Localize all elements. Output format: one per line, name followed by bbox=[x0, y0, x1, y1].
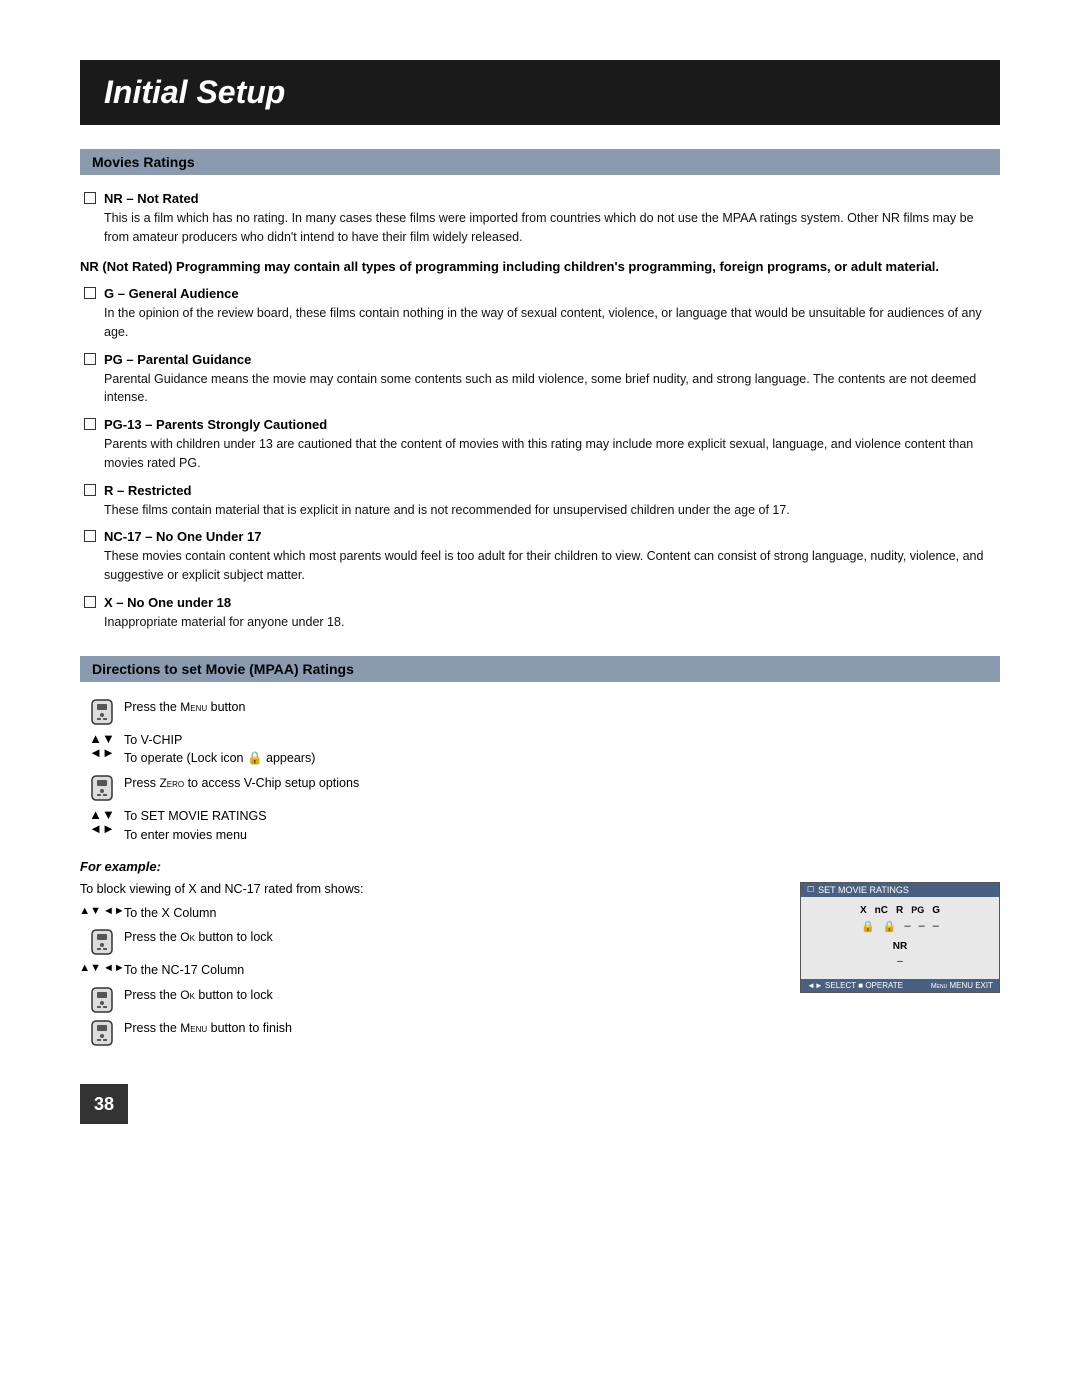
example-instructions: To block viewing of X and NC-17 rated fr… bbox=[80, 882, 780, 1053]
screen-bottom-right: Menu MENU EXIT bbox=[931, 981, 993, 990]
directions-section: Directions to set Movie (MPAA) Ratings P… bbox=[80, 656, 1000, 1053]
page-title: Initial Setup bbox=[80, 60, 1000, 125]
rating-nr-title: NR – Not Rated bbox=[104, 191, 199, 206]
screen-lock-x: 🔒 bbox=[861, 920, 875, 933]
example-step-5: Press the Menu button to finish bbox=[80, 1019, 780, 1046]
movies-ratings-header: Movies Ratings bbox=[80, 149, 1000, 175]
screen-rating-x: X bbox=[860, 905, 867, 916]
rating-nr: NR – Not Rated This is a film which has … bbox=[80, 191, 1000, 247]
rating-nc17-desc: These movies contain content which most … bbox=[104, 547, 1000, 585]
screen-content: X nC R PG G 🔒 🔒 – – – NR – bbox=[801, 897, 999, 979]
screen-rating-g: G bbox=[932, 905, 940, 916]
screen-title: SET MOVIE RATINGS bbox=[818, 885, 909, 895]
screen-dash-pg: – bbox=[919, 920, 925, 933]
rating-pg: PG – Parental Guidance Parental Guidance… bbox=[80, 352, 1000, 408]
step-3-text: Press Zero to access V-Chip setup option… bbox=[124, 774, 1000, 793]
screen-mockup: ☐ SET MOVIE RATINGS X nC R PG G 🔒 🔒 – – … bbox=[800, 882, 1000, 993]
example-step-2: Press the Ok button to lock bbox=[80, 928, 780, 955]
step-1-text: Press the Menu button bbox=[124, 698, 1000, 717]
screen-bottom-left: ◄► SELECT ■ OPERATE bbox=[807, 981, 903, 990]
step-1-icon bbox=[80, 698, 124, 725]
step-2-text: To V-CHIP To operate (Lock icon 🔒 appear… bbox=[124, 731, 1000, 769]
rating-g-title: G – General Audience bbox=[104, 286, 239, 301]
step-3-icon bbox=[80, 774, 124, 801]
screen-nr-label: NR bbox=[811, 941, 989, 952]
example-step-5-text: Press the Menu button to finish bbox=[124, 1019, 780, 1038]
step-2: ▲▼ ◄► To V-CHIP To operate (Lock icon 🔒 … bbox=[80, 731, 1000, 769]
checkbox-g bbox=[84, 287, 96, 299]
screen-dash-r: – bbox=[905, 920, 911, 933]
screen-dash-g: – bbox=[933, 920, 939, 933]
rating-pg13-desc: Parents with children under 13 are cauti… bbox=[104, 435, 1000, 473]
rating-x: X – No One under 18 Inappropriate materi… bbox=[80, 595, 1000, 632]
example-section: To block viewing of X and NC-17 rated fr… bbox=[80, 882, 1000, 1053]
rating-nc17-title: NC-17 – No One Under 17 bbox=[104, 529, 262, 544]
step-2-icon: ▲▼ ◄► bbox=[80, 731, 124, 761]
rating-x-title: X – No One under 18 bbox=[104, 595, 231, 610]
rating-nc17: NC-17 – No One Under 17 These movies con… bbox=[80, 529, 1000, 585]
example-step-4-text: Press the Ok button to lock bbox=[124, 986, 780, 1005]
example-step-4-icon bbox=[80, 986, 124, 1013]
directions-header: Directions to set Movie (MPAA) Ratings bbox=[80, 656, 1000, 682]
step-4-text: To SET MOVIE RATINGS To enter movies men… bbox=[124, 807, 1000, 845]
example-step-1: ▲▼ ◄► To the X Column bbox=[80, 904, 780, 923]
screen-rating-pg: PG bbox=[911, 905, 924, 916]
screen-nr-dash: – bbox=[811, 956, 989, 967]
example-step-4: Press the Ok button to lock bbox=[80, 986, 780, 1013]
rating-pg-desc: Parental Guidance means the movie may co… bbox=[104, 370, 1000, 408]
rating-pg13-title: PG-13 – Parents Strongly Cautioned bbox=[104, 417, 327, 432]
example-step-2-text: Press the Ok button to lock bbox=[124, 928, 780, 947]
step-3: Press Zero to access V-Chip setup option… bbox=[80, 774, 1000, 801]
screen-title-bar: ☐ SET MOVIE RATINGS bbox=[801, 883, 999, 897]
rating-r: R – Restricted These films contain mater… bbox=[80, 483, 1000, 520]
rating-r-title: R – Restricted bbox=[104, 483, 191, 498]
for-example-label: For example: bbox=[80, 859, 1000, 874]
screen-lock-nc: 🔒 bbox=[883, 920, 897, 933]
step-1: Press the Menu button bbox=[80, 698, 1000, 725]
rating-x-desc: Inappropriate material for anyone under … bbox=[104, 613, 1000, 632]
checkbox-r bbox=[84, 484, 96, 496]
example-step-2-icon bbox=[80, 928, 124, 955]
rating-g: G – General Audience In the opinion of t… bbox=[80, 286, 1000, 342]
rating-r-desc: These films contain material that is exp… bbox=[104, 501, 1000, 520]
checkbox-pg bbox=[84, 353, 96, 365]
rating-g-desc: In the opinion of the review board, thes… bbox=[104, 304, 1000, 342]
screen-bottom-bar: ◄► SELECT ■ OPERATE Menu MENU EXIT bbox=[801, 979, 999, 992]
example-step-1-icon: ▲▼ ◄► bbox=[80, 904, 124, 917]
screen-rating-r: R bbox=[896, 905, 903, 916]
checkbox-nc17 bbox=[84, 530, 96, 542]
nr-bold-note: NR (Not Rated) Programming may contain a… bbox=[80, 257, 1000, 277]
example-step-3: ▲▼ ◄► To the NC-17 Column bbox=[80, 961, 780, 980]
rating-pg-title: PG – Parental Guidance bbox=[104, 352, 251, 367]
example-intro: To block viewing of X and NC-17 rated fr… bbox=[80, 882, 780, 896]
checkbox-pg13 bbox=[84, 418, 96, 430]
step-4-icon: ▲▼ ◄► bbox=[80, 807, 124, 837]
checkbox-x bbox=[84, 596, 96, 608]
screen-rating-nc: nC bbox=[875, 905, 888, 916]
screen-ratings-row: X nC R PG G bbox=[811, 905, 989, 916]
page-number: 38 bbox=[80, 1084, 128, 1124]
screen-icons-row: 🔒 🔒 – – – bbox=[811, 920, 989, 933]
step-4: ▲▼ ◄► To SET MOVIE RATINGS To enter movi… bbox=[80, 807, 1000, 845]
example-step-3-icon: ▲▼ ◄► bbox=[80, 961, 124, 974]
rating-pg13: PG-13 – Parents Strongly Cautioned Paren… bbox=[80, 417, 1000, 473]
rating-nr-desc: This is a film which has no rating. In m… bbox=[104, 209, 1000, 247]
checkbox-nr bbox=[84, 192, 96, 204]
example-step-3-text: To the NC-17 Column bbox=[124, 961, 780, 980]
example-step-5-icon bbox=[80, 1019, 124, 1046]
example-step-1-text: To the X Column bbox=[124, 904, 780, 923]
